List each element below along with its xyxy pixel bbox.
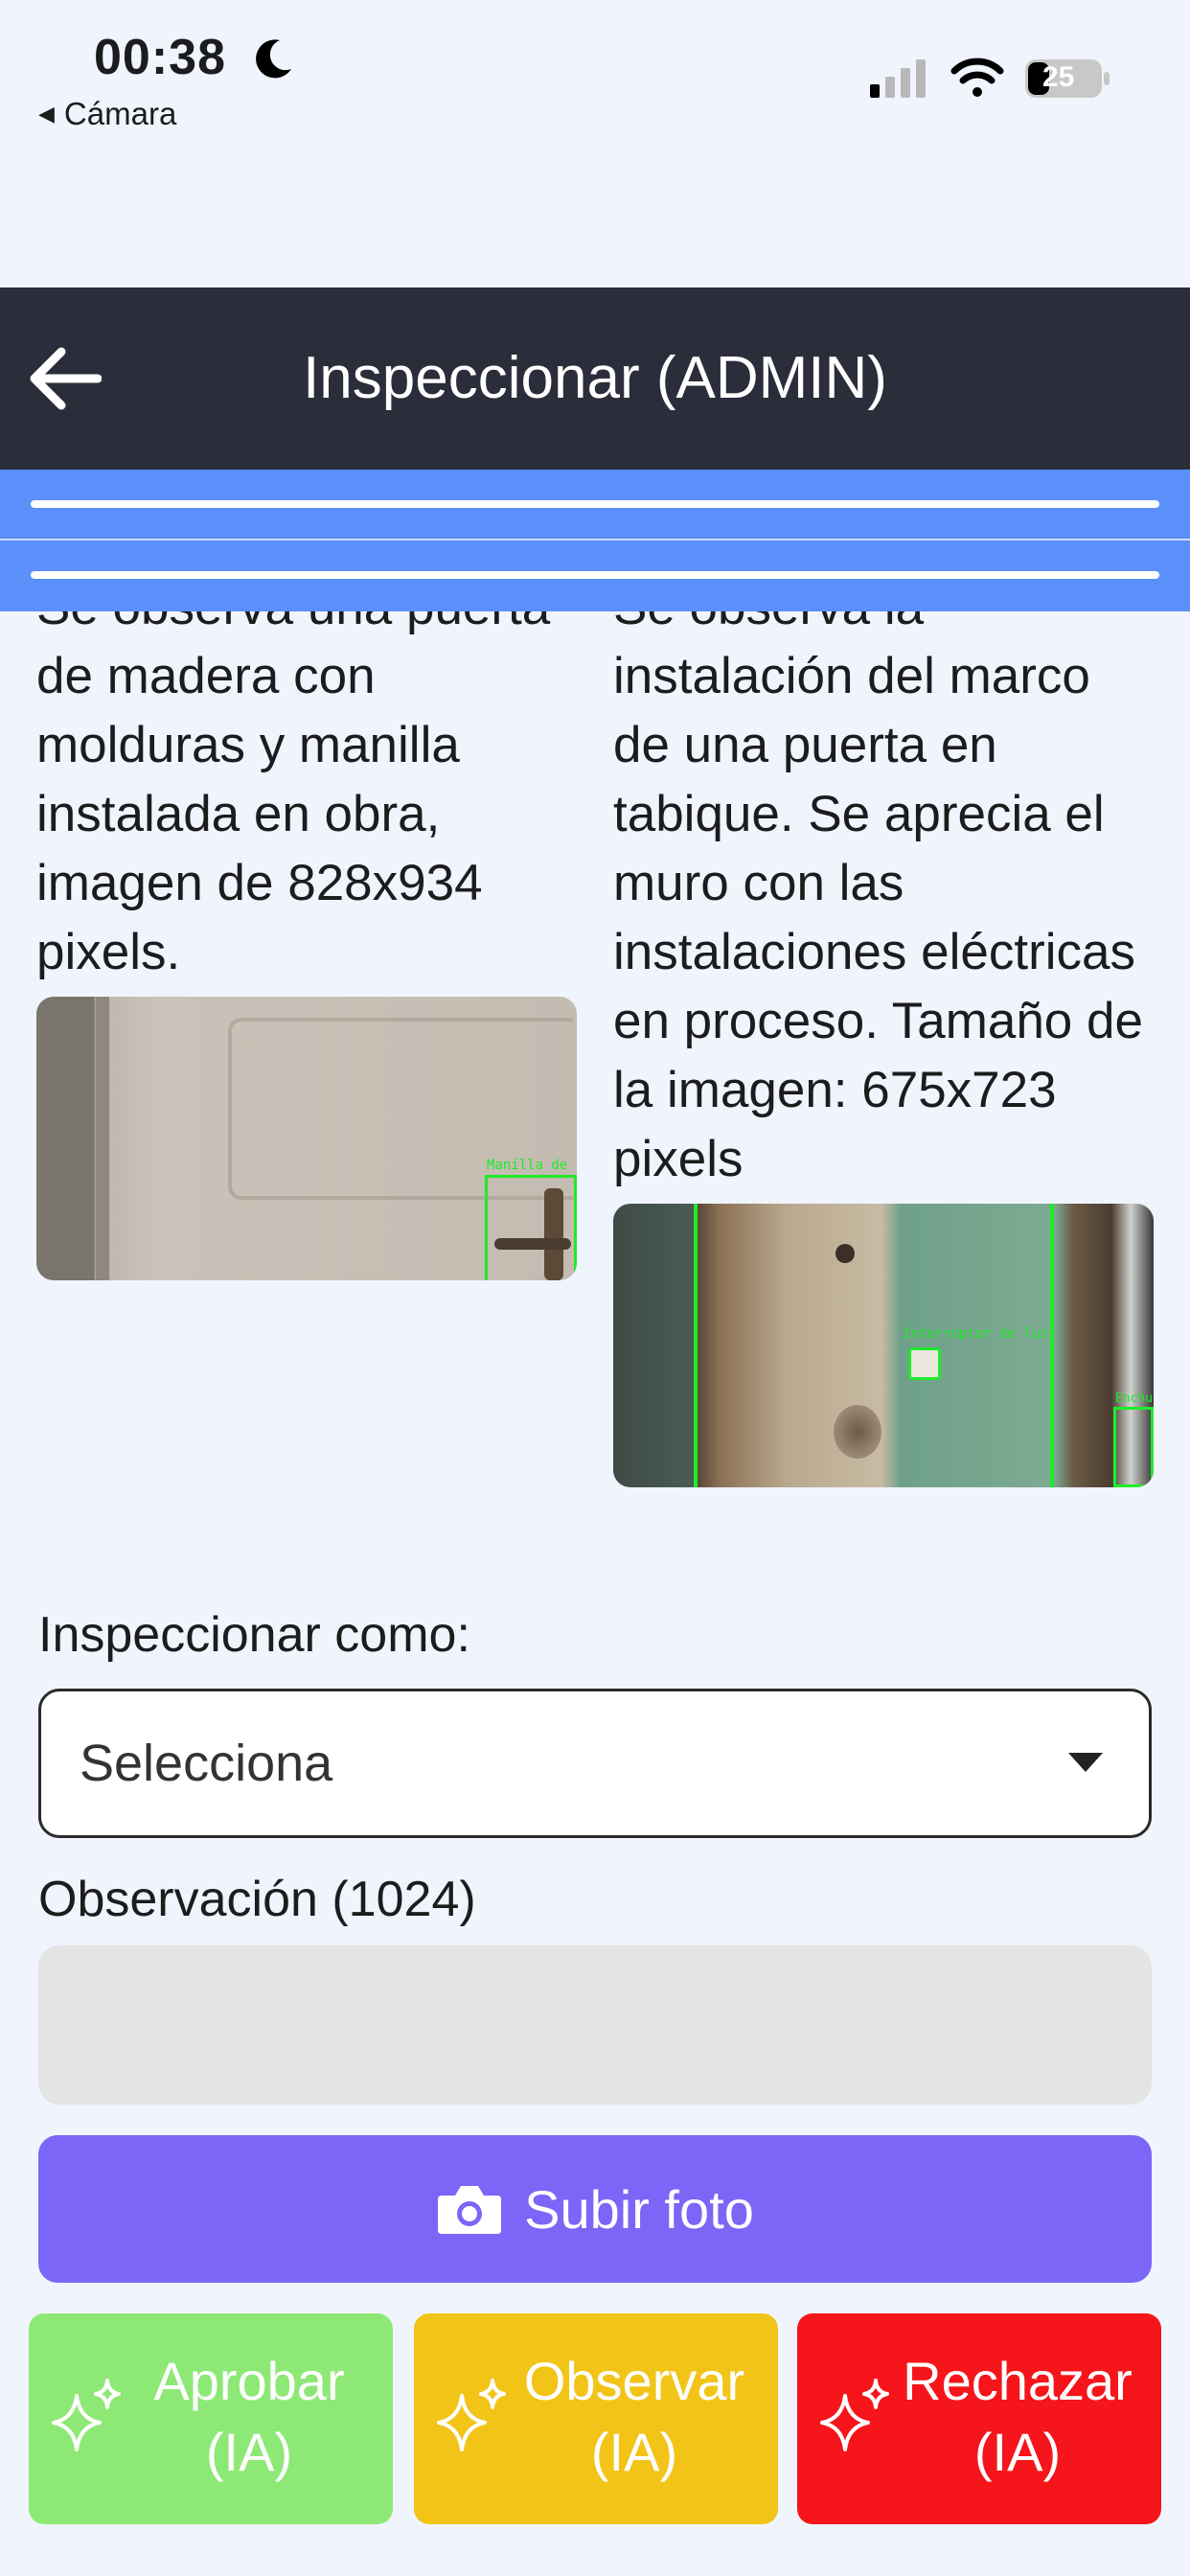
camera-icon xyxy=(438,2186,502,2234)
cellular-signal-icon xyxy=(870,59,926,98)
app-header: Inspeccionar (ADMIN) xyxy=(0,288,1190,470)
sparkles-icon xyxy=(437,2379,506,2451)
wall-hole xyxy=(834,1405,881,1459)
wifi-icon xyxy=(950,58,1004,97)
sparkles-icon xyxy=(52,2379,121,2451)
inspection-items: Se observa una puerta de madera con mold… xyxy=(0,611,1190,1560)
light-switch-box xyxy=(908,1347,941,1380)
status-bar: 00:38 ◀ Cámara 25 xyxy=(0,0,1190,144)
battery-percent: 25 xyxy=(1042,61,1075,93)
divider-line xyxy=(31,571,1159,579)
observe-ai-label: Observar (IA) xyxy=(523,2351,745,2482)
approve-ai-label: Aprobar (IA) xyxy=(153,2351,345,2482)
detection-label: Enchu xyxy=(1115,1392,1154,1406)
item-description: Se observa una puerta de madera con mold… xyxy=(36,611,550,980)
observe-ai-button[interactable]: Observar (IA) xyxy=(414,2313,778,2524)
detection-label: Interruptor de luz xyxy=(903,1326,1048,1342)
moon-icon xyxy=(256,39,291,79)
section-bar xyxy=(0,470,1190,611)
wall-hole xyxy=(835,1244,855,1263)
caret-down-icon xyxy=(1068,1753,1103,1772)
divider-separator xyxy=(0,539,1190,540)
reject-ai-button[interactable]: Rechazar (IA) xyxy=(797,2313,1161,2524)
upload-photo-button[interactable]: Subir foto xyxy=(38,2135,1152,2283)
door-jamb xyxy=(96,997,109,1280)
socket-box xyxy=(1113,1407,1154,1487)
approve-ai-button[interactable]: Aprobar (IA) xyxy=(29,2313,393,2524)
observation-label: Observación (1024) xyxy=(38,1872,476,1927)
inspection-item: Se observa la instalación del marco de u… xyxy=(613,611,1159,1487)
inspect-as-label: Inspeccionar como: xyxy=(38,1607,470,1663)
sparkles-icon xyxy=(820,2379,889,2451)
inspect-as-select[interactable]: Selecciona xyxy=(38,1689,1152,1838)
door-photo[interactable]: Manilla de l xyxy=(36,997,577,1280)
upload-photo-label: Subir foto xyxy=(524,2178,754,2240)
select-value: Selecciona xyxy=(80,1735,333,1792)
inspection-item: Se observa una puerta de madera con mold… xyxy=(36,611,583,1280)
item-description: Se observa la instalación del marco de u… xyxy=(613,611,1143,1187)
detection-label: Manilla de l xyxy=(487,1158,577,1173)
back-to-app-link[interactable]: ◀ Cámara xyxy=(38,96,176,132)
back-triangle-icon: ◀ xyxy=(38,102,55,126)
detection-box xyxy=(485,1175,577,1280)
wall-photo[interactable]: Interruptor de luz Enchu xyxy=(613,1204,1154,1487)
detection-box-edge xyxy=(694,1204,698,1487)
page-title: Inspeccionar (ADMIN) xyxy=(303,345,887,411)
divider-line xyxy=(31,500,1159,508)
back-arrow-icon[interactable] xyxy=(27,347,102,410)
observation-field[interactable] xyxy=(38,1945,1152,2104)
reject-ai-label: Rechazar (IA) xyxy=(903,2351,1133,2482)
detection-box-edge xyxy=(1050,1204,1054,1487)
back-app-label: Cámara xyxy=(63,96,177,131)
status-time: 00:38 xyxy=(94,30,226,85)
